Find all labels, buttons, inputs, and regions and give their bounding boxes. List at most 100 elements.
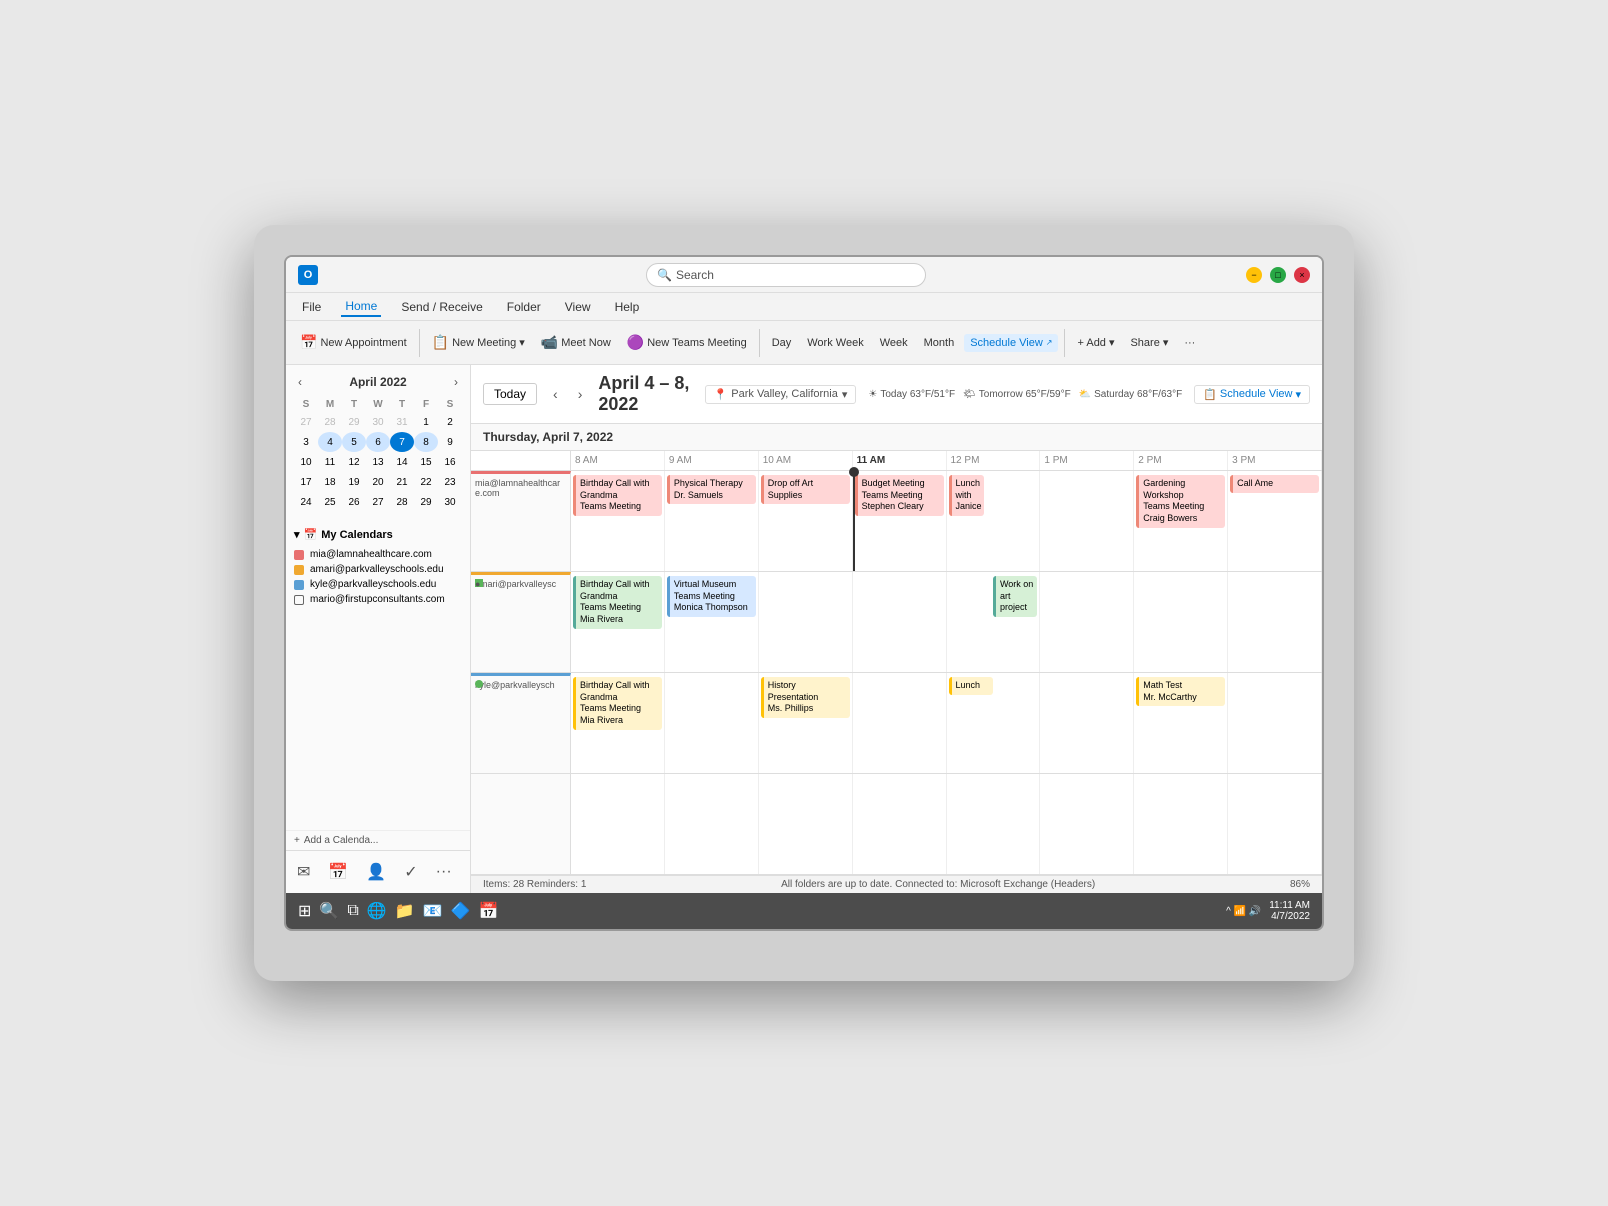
event-work-art-project[interactable]: Work on art project [993, 576, 1037, 617]
cal-day[interactable]: 23 [438, 472, 462, 492]
taskbar-search-icon[interactable]: 🔍 [319, 901, 339, 921]
cal-day[interactable]: 17 [294, 472, 318, 492]
mail-nav-icon[interactable]: ✉ [294, 859, 313, 885]
my-calendars-header[interactable]: ▾ 📅 My Calendars [294, 528, 462, 541]
new-appointment-button[interactable]: 📅 New Appointment [294, 331, 413, 354]
cal-day[interactable]: 25 [318, 492, 342, 512]
event-birthday-amari[interactable]: Birthday Call with GrandmaTeams MeetingM… [573, 576, 662, 629]
cal-day[interactable]: 29 [414, 492, 438, 512]
event-slot-11am-amari [853, 572, 947, 672]
menu-home[interactable]: Home [341, 297, 381, 317]
cal-day-8[interactable]: 8 [414, 432, 438, 452]
cal-day-6[interactable]: 6 [366, 432, 390, 452]
event-physical-therapy[interactable]: Physical TherapyDr. Samuels [667, 475, 756, 504]
calendar-entry-mario[interactable]: mario@firstupconsultants.com [294, 592, 462, 607]
cal-day[interactable]: 22 [414, 472, 438, 492]
prev-period-button[interactable]: ‹ [549, 384, 562, 404]
more-nav-icon[interactable]: ··· [433, 860, 455, 884]
event-math-test[interactable]: Math TestMr. McCarthy [1136, 677, 1225, 706]
menu-folder[interactable]: Folder [503, 298, 545, 316]
taskbar-taskview-icon[interactable]: ⧉ [347, 902, 358, 920]
cal-day[interactable]: 10 [294, 452, 318, 472]
add-calendar-button[interactable]: + Add a Calenda... [286, 830, 470, 850]
meet-now-button[interactable]: 📹 Meet Now [535, 331, 617, 354]
cal-day[interactable]: 14 [390, 452, 414, 472]
share-button[interactable]: Share ▾ [1124, 333, 1174, 352]
people-nav-icon[interactable]: 👤 [363, 859, 389, 885]
calendar-entry-amari[interactable]: amari@parkvalleyschools.edu [294, 562, 462, 577]
cal-day[interactable]: 28 [318, 412, 342, 432]
calendar-entry-mia[interactable]: mia@lamnahealthcare.com [294, 547, 462, 562]
cal-day[interactable]: 1 [414, 412, 438, 432]
cal-day[interactable]: 2 [438, 412, 462, 432]
cal-day[interactable]: 3 [294, 432, 318, 452]
cal-day[interactable]: 21 [390, 472, 414, 492]
close-button[interactable]: × [1294, 267, 1310, 283]
minimize-button[interactable]: − [1246, 267, 1262, 283]
cal-day[interactable]: 16 [438, 452, 462, 472]
mini-cal-prev[interactable]: ‹ [294, 373, 306, 391]
menu-view[interactable]: View [561, 298, 595, 316]
new-teams-meeting-button[interactable]: 🟣 New Teams Meeting [621, 331, 753, 354]
location-badge[interactable]: 📍 Park Valley, California ▾ [705, 385, 857, 404]
taskbar-windows-icon[interactable]: ⊞ [298, 901, 311, 921]
menu-help[interactable]: Help [611, 298, 644, 316]
menu-file[interactable]: File [298, 298, 325, 316]
event-virtual-museum[interactable]: Virtual MuseumTeams MeetingMonica Thomps… [667, 576, 756, 617]
taskbar-mail-icon[interactable]: 📧 [423, 901, 443, 921]
event-call-ame[interactable]: Call Ame [1230, 475, 1319, 493]
today-button[interactable]: Today [483, 383, 537, 405]
taskbar-edge-icon[interactable]: 🔷 [451, 901, 471, 921]
maximize-button[interactable]: □ [1270, 267, 1286, 283]
taskbar-file-icon[interactable]: 📁 [395, 901, 415, 921]
cal-day[interactable]: 28 [390, 492, 414, 512]
event-lunch-kyle[interactable]: Lunch [949, 677, 993, 695]
next-period-button[interactable]: › [574, 384, 587, 404]
event-birthday-call-mia[interactable]: Birthday Call with GrandmaTeams Meeting [573, 475, 662, 516]
week-button[interactable]: Week [874, 334, 914, 352]
toolbar-separator-1 [419, 329, 420, 357]
schedule-view-button[interactable]: Schedule View ↗ [964, 334, 1058, 352]
cal-day-4[interactable]: 4 [318, 432, 342, 452]
taskbar-browser-icon[interactable]: 🌐 [367, 901, 387, 921]
cal-day[interactable]: 15 [414, 452, 438, 472]
cal-day[interactable]: 29 [342, 412, 366, 432]
event-gardening-workshop[interactable]: Gardening WorkshopTeams MeetingCraig Bow… [1136, 475, 1225, 528]
event-lunch-janice[interactable]: Lunch with Janice [949, 475, 984, 516]
taskbar-calendar-icon[interactable]: 📅 [478, 901, 498, 921]
menu-send-receive[interactable]: Send / Receive [397, 298, 486, 316]
cal-day[interactable]: 27 [294, 412, 318, 432]
schedule-view-toggle[interactable]: 📋 Schedule View ▾ [1194, 385, 1310, 404]
event-history-presentation[interactable]: History PresentationMs. Phillips [761, 677, 850, 718]
more-options-button[interactable]: ··· [1178, 334, 1201, 352]
calendar-nav-icon[interactable]: 📅 [325, 859, 351, 885]
event-drop-art-supplies[interactable]: Drop off Art Supplies [761, 475, 850, 504]
cal-today[interactable]: 7 [390, 432, 414, 452]
tasks-nav-icon[interactable]: ✓ [401, 859, 420, 885]
event-birthday-kyle[interactable]: Birthday Call with GrandmaTeams MeetingM… [573, 677, 662, 730]
cal-day[interactable]: 13 [366, 452, 390, 472]
cal-day[interactable]: 12 [342, 452, 366, 472]
cal-day[interactable]: 19 [342, 472, 366, 492]
add-button[interactable]: + Add ▾ [1071, 333, 1120, 352]
schedule-grid[interactable]: 8 AM 9 AM 10 AM 11 AM 12 PM 1 PM 2 PM 3 … [471, 451, 1322, 875]
day-view-button[interactable]: Day [766, 334, 798, 352]
cal-day[interactable]: 30 [438, 492, 462, 512]
cal-day[interactable]: 20 [366, 472, 390, 492]
cal-day[interactable]: 27 [366, 492, 390, 512]
cal-day[interactable]: 9 [438, 432, 462, 452]
cal-day[interactable]: 31 [390, 412, 414, 432]
event-budget-meeting[interactable]: Budget MeetingTeams MeetingStephen Clear… [855, 475, 944, 516]
month-button[interactable]: Month [918, 334, 961, 352]
cal-day[interactable]: 11 [318, 452, 342, 472]
cal-day[interactable]: 24 [294, 492, 318, 512]
work-week-button[interactable]: Work Week [801, 334, 869, 352]
calendar-entry-kyle[interactable]: kyle@parkvalleyschools.edu [294, 577, 462, 592]
new-meeting-button[interactable]: 📋 New Meeting ▾ [426, 331, 531, 354]
mini-cal-next[interactable]: › [450, 373, 462, 391]
cal-day[interactable]: 18 [318, 472, 342, 492]
cal-day[interactable]: 30 [366, 412, 390, 432]
search-box[interactable]: 🔍 Search [646, 263, 926, 287]
cal-day-5[interactable]: 5 [342, 432, 366, 452]
cal-day[interactable]: 26 [342, 492, 366, 512]
